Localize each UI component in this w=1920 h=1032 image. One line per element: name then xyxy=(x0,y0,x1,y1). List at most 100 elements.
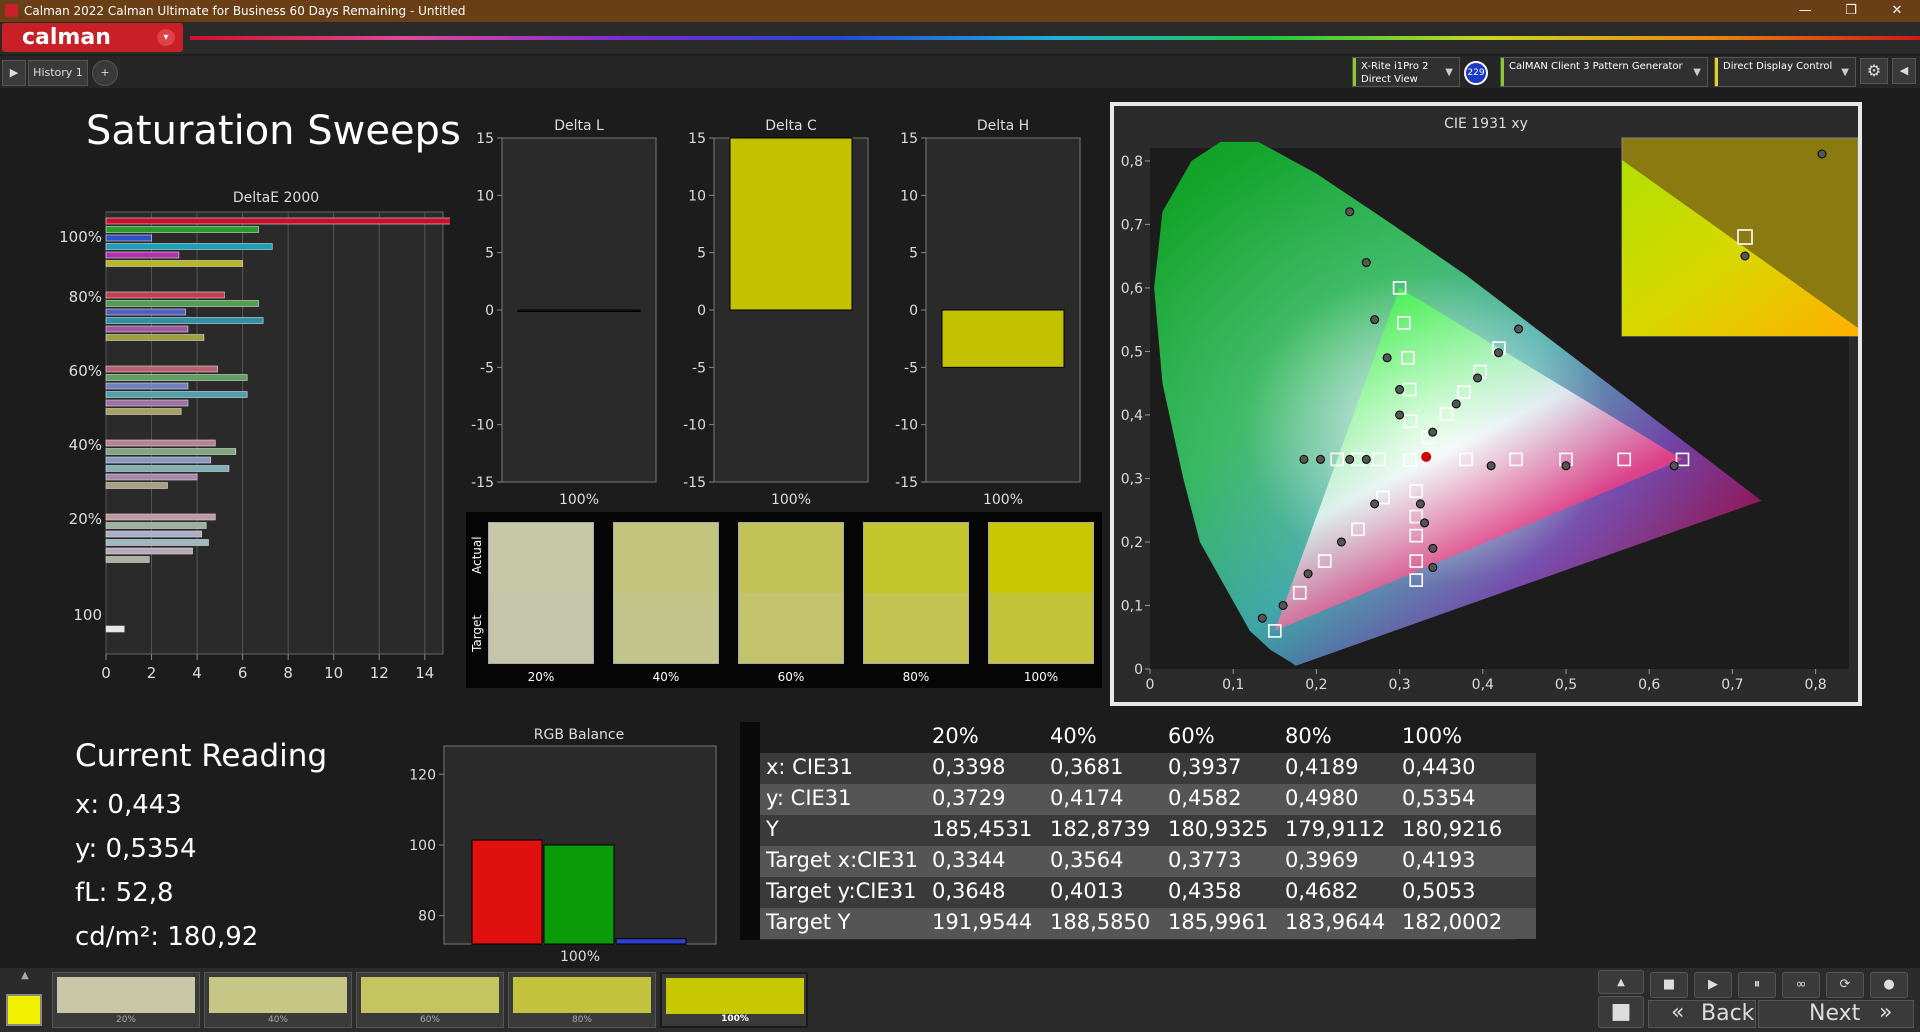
tab-history-1[interactable]: History 1 xyxy=(28,60,88,86)
y-tick-label: 10 xyxy=(900,188,918,204)
swatch-pair xyxy=(863,522,969,664)
target-swatch xyxy=(739,593,843,663)
minimize-button[interactable]: — xyxy=(1782,0,1828,22)
step-swatch-100[interactable]: 100% xyxy=(660,972,808,1028)
meter-badge[interactable]: 229 xyxy=(1464,61,1488,85)
table-cell: 180,9216 xyxy=(1402,817,1503,841)
add-tab-button[interactable]: + xyxy=(92,60,118,86)
measured-point xyxy=(1361,258,1371,268)
measured-point xyxy=(1428,543,1438,553)
pattern-generator-selector[interactable]: CalMAN Client 3 Pattern Generator ▼ xyxy=(1500,57,1708,87)
delta-bar xyxy=(941,309,1065,368)
deltae-bar xyxy=(105,234,152,242)
x-tick-label: 0,8 xyxy=(1804,677,1826,693)
deltae-bar xyxy=(105,473,198,481)
step-swatch-20[interactable]: 20% xyxy=(52,972,200,1028)
refresh-icon[interactable]: ⟳ xyxy=(1826,972,1864,998)
calman-menu-button[interactable]: calman ▾ xyxy=(2,23,183,52)
column-header: 80% xyxy=(1285,724,1332,748)
x-tick-label: 0,5 xyxy=(1555,677,1577,693)
y-tick-label: 0 xyxy=(1134,662,1143,678)
deltae-bar xyxy=(105,217,450,225)
table-cell: 0,3648 xyxy=(932,879,1006,903)
measured-point xyxy=(1316,454,1326,464)
target-swatch xyxy=(614,593,718,663)
y-tick-label: -10 xyxy=(471,418,494,434)
pause-icon[interactable]: ⏸ xyxy=(1738,972,1776,998)
collapse-icon[interactable]: ◀ xyxy=(1892,58,1916,84)
inset-point xyxy=(1817,149,1827,159)
stop-button[interactable]: ■ xyxy=(1598,996,1644,1028)
measured-point xyxy=(1428,427,1438,437)
y-tick-label: -15 xyxy=(895,475,918,491)
display-control-selector[interactable]: Direct Display Control ▼ xyxy=(1714,57,1856,87)
measured-point xyxy=(1299,454,1309,464)
table-cell: 182,8739 xyxy=(1050,817,1151,841)
maximize-button[interactable]: ❐ xyxy=(1828,0,1874,22)
y-group-label: 20% xyxy=(69,510,102,528)
step-color xyxy=(209,977,347,1013)
actual-label: Actual xyxy=(470,536,484,574)
measured-point xyxy=(1420,518,1430,528)
rgb-bar-r xyxy=(471,839,543,945)
table-cell: 0,4430 xyxy=(1402,755,1476,779)
close-button[interactable]: ✕ xyxy=(1874,0,1920,22)
table-cell: 0,3564 xyxy=(1050,848,1124,872)
back-arrow-icon: « xyxy=(1671,1000,1685,1025)
meter-selector[interactable]: X-Rite i1Pro 2 Direct View ▼ xyxy=(1352,57,1460,87)
y-tick-label: 0,3 xyxy=(1121,471,1143,487)
deltae-bar xyxy=(105,448,237,455)
table-row: y: CIE31 0,3729 0,4174 0,4582 0,4980 0,5354 xyxy=(760,784,1536,815)
play-icon[interactable]: ▶ xyxy=(1694,972,1732,998)
y-tick-label: 100 xyxy=(409,838,436,854)
y-tick-label: 5 xyxy=(909,246,918,262)
gear-icon[interactable]: ⚙ xyxy=(1860,58,1888,84)
chevron-down-icon: ▼ xyxy=(1445,67,1453,78)
rgb-bar-b xyxy=(615,938,687,945)
step-color xyxy=(361,977,499,1013)
swatch-comparison: Actual Target 20% 40% 60% 80% 100% xyxy=(466,512,1102,688)
swatch-label: 60% xyxy=(777,670,805,684)
x-tick-label: 0 xyxy=(101,664,111,682)
step-label: 80% xyxy=(571,1015,592,1025)
delta-bar xyxy=(729,137,853,311)
record-icon[interactable]: ● xyxy=(1870,972,1908,998)
next-button[interactable]: Next » xyxy=(1758,1000,1914,1028)
rgb-bar-g xyxy=(543,844,615,945)
stop-icon[interactable]: ■ xyxy=(1650,972,1688,998)
pattern-generator-label: CalMAN Client 3 Pattern Generator xyxy=(1509,61,1683,72)
up-icon[interactable]: ▲ xyxy=(1598,970,1644,994)
actual-swatch xyxy=(489,523,593,593)
play-icon[interactable]: ▶ xyxy=(2,60,26,86)
y-group-label: 60% xyxy=(69,362,102,380)
actual-swatch xyxy=(614,523,718,593)
deltae-bar xyxy=(105,408,182,415)
deltae-bar xyxy=(105,291,225,299)
up-icon[interactable]: ▲ xyxy=(10,970,40,984)
step-label: 40% xyxy=(267,1015,288,1025)
y-tick-label: 5 xyxy=(697,246,706,262)
deltae-bar xyxy=(105,456,212,464)
back-button[interactable]: « Back xyxy=(1648,1000,1756,1028)
loop-icon[interactable]: ∞ xyxy=(1782,972,1820,998)
deltae-chart: 0 2 4 6 8 10 12 14 100% 80% 60% 40% 20% 100 xyxy=(59,211,450,682)
step-swatch-40[interactable]: 40% xyxy=(204,972,352,1028)
measured-point xyxy=(1361,454,1371,464)
table-cell: 0,4980 xyxy=(1285,786,1359,810)
table-cell: 0,4193 xyxy=(1402,848,1476,872)
reading-cdm2: cd/m²: 180,92 xyxy=(75,922,259,952)
deltae-bar xyxy=(105,482,168,489)
x-tick-label: 4 xyxy=(192,664,202,682)
spectrum-bar xyxy=(190,36,1920,40)
target-swatch xyxy=(864,593,968,663)
measured-point xyxy=(1336,537,1346,547)
table-cell: 0,4582 xyxy=(1168,786,1242,810)
table-cell: 0,3969 xyxy=(1285,848,1359,872)
measured-point xyxy=(1514,324,1524,334)
table-cell: 188,5850 xyxy=(1050,910,1151,934)
measured-point xyxy=(1669,461,1679,471)
step-swatch-80[interactable]: 80% xyxy=(508,972,656,1028)
x-tick-label: 0,4 xyxy=(1472,677,1494,693)
step-swatch-60[interactable]: 60% xyxy=(356,972,504,1028)
x-tick-label: 0,2 xyxy=(1305,677,1327,693)
